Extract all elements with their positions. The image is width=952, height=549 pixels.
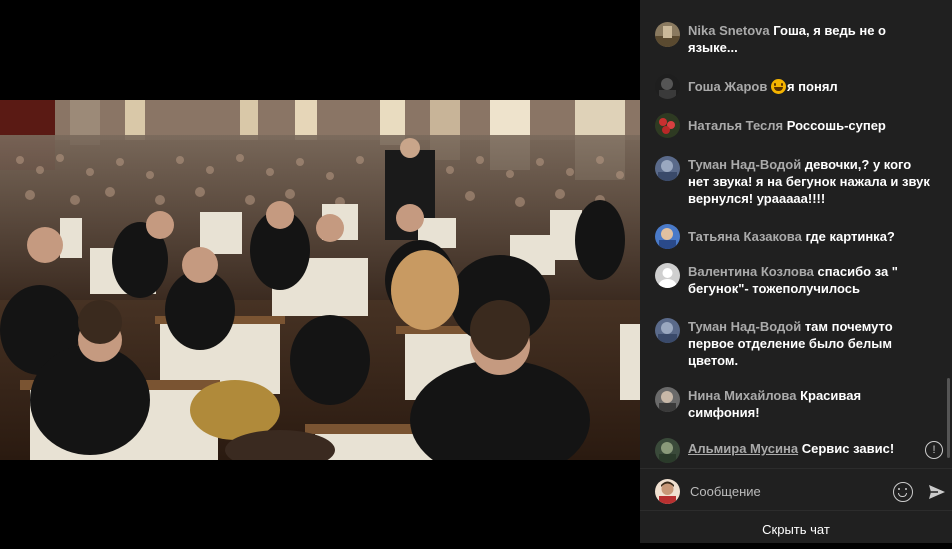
user-avatar[interactable] bbox=[655, 224, 680, 249]
chat-message: Наталья Тесля Россошь-супер bbox=[655, 113, 935, 138]
message-text: Сервис завис! bbox=[801, 441, 895, 456]
exclamation-circle-icon[interactable]: ! bbox=[925, 441, 943, 459]
user-avatar[interactable] bbox=[655, 387, 680, 412]
message-author[interactable]: Альмира Мусина bbox=[688, 441, 798, 456]
message-author[interactable]: Нина Михайлова bbox=[688, 388, 796, 403]
chat-message: Валентина Козлова спасибо за " бегунок"-… bbox=[655, 263, 935, 297]
message-author[interactable]: Туман Над-Водой bbox=[688, 319, 801, 334]
chat-panel: Nika Snetova Гоша, я ведь не о языке... … bbox=[640, 0, 952, 543]
current-user-avatar bbox=[655, 479, 680, 504]
user-avatar[interactable] bbox=[655, 113, 680, 138]
chat-message: Гоша Жаров я понял bbox=[655, 74, 935, 99]
message-composer bbox=[640, 468, 952, 511]
hide-chat-button[interactable]: Скрыть чат bbox=[640, 510, 952, 544]
send-arrow-icon[interactable] bbox=[928, 483, 946, 501]
orchestra-scene-image bbox=[0, 100, 640, 460]
message-text: где картинка? bbox=[805, 229, 895, 244]
user-avatar[interactable] bbox=[655, 318, 680, 343]
user-avatar[interactable] bbox=[655, 74, 680, 99]
message-text: Россошь-супер bbox=[786, 118, 886, 133]
user-avatar[interactable] bbox=[655, 22, 680, 47]
user-avatar[interactable] bbox=[655, 438, 680, 463]
chat-message: Туман Над-Водой девочки,? у кого нет зву… bbox=[655, 156, 935, 207]
message-text: я понял bbox=[786, 79, 838, 94]
message-author[interactable]: Валентина Козлова bbox=[688, 264, 814, 279]
message-author[interactable]: Nika Snetova bbox=[688, 23, 770, 38]
message-author[interactable]: Туман Над-Водой bbox=[688, 157, 801, 172]
chat-message-list[interactable]: Nika Snetova Гоша, я ведь не о языке... … bbox=[640, 0, 952, 468]
chat-message: Туман Над-Водой там почемуто первое отде… bbox=[655, 318, 935, 369]
user-avatar[interactable] bbox=[655, 156, 680, 181]
chat-message: Нина Михайлова Красивая симфония! bbox=[655, 387, 935, 421]
video-frame[interactable] bbox=[0, 100, 640, 460]
message-input[interactable] bbox=[688, 479, 882, 503]
chat-scrollbar[interactable] bbox=[947, 378, 950, 458]
message-author[interactable]: Гоша Жаров bbox=[688, 79, 767, 94]
chat-message: Альмира Мусина Сервис завис! bbox=[655, 438, 935, 463]
default-user-avatar[interactable] bbox=[655, 263, 680, 288]
message-author[interactable]: Наталья Тесля bbox=[688, 118, 783, 133]
video-player[interactable] bbox=[0, 0, 640, 543]
chat-message: Татьяна Казакова где картинка? bbox=[655, 224, 935, 249]
message-author[interactable]: Татьяна Казакова bbox=[688, 229, 802, 244]
smiley-icon[interactable] bbox=[893, 482, 913, 502]
chat-message: Nika Snetova Гоша, я ведь не о языке... bbox=[655, 22, 935, 56]
grinning-face-icon bbox=[770, 79, 786, 94]
